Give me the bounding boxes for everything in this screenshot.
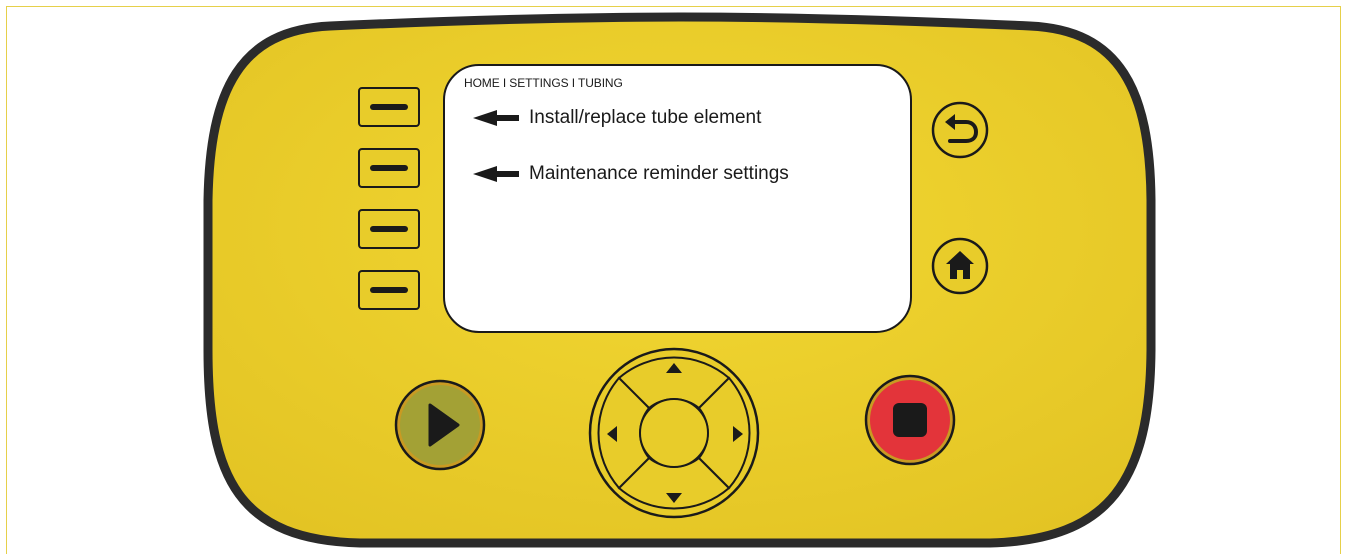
home-button[interactable] bbox=[931, 237, 989, 295]
menu-item-label: Maintenance reminder settings bbox=[529, 163, 789, 184]
dash-icon bbox=[370, 287, 408, 293]
display-screen: HOME I SETTINGS I TUBING Install/replace… bbox=[443, 64, 912, 333]
dpad-center-button[interactable] bbox=[639, 398, 709, 468]
dpad bbox=[588, 347, 760, 519]
dash-icon bbox=[370, 226, 408, 232]
left-arrow-icon bbox=[473, 166, 519, 182]
menu-item-maintenance-reminder[interactable]: Maintenance reminder settings bbox=[473, 162, 789, 186]
menu-item-label: Install/replace tube element bbox=[529, 107, 762, 128]
stop-icon bbox=[893, 403, 927, 437]
softkey-4[interactable] bbox=[358, 270, 420, 310]
left-arrow-icon bbox=[473, 110, 519, 126]
softkey-2[interactable] bbox=[358, 148, 420, 188]
softkey-3[interactable] bbox=[358, 209, 420, 249]
play-button[interactable] bbox=[394, 379, 486, 471]
back-button[interactable] bbox=[931, 101, 989, 159]
stop-button[interactable] bbox=[864, 374, 956, 466]
softkey-1[interactable] bbox=[358, 87, 420, 127]
dash-icon bbox=[370, 104, 408, 110]
dash-icon bbox=[370, 165, 408, 171]
breadcrumb: HOME I SETTINGS I TUBING bbox=[464, 76, 623, 90]
menu-item-install-tube[interactable]: Install/replace tube element bbox=[473, 106, 761, 130]
